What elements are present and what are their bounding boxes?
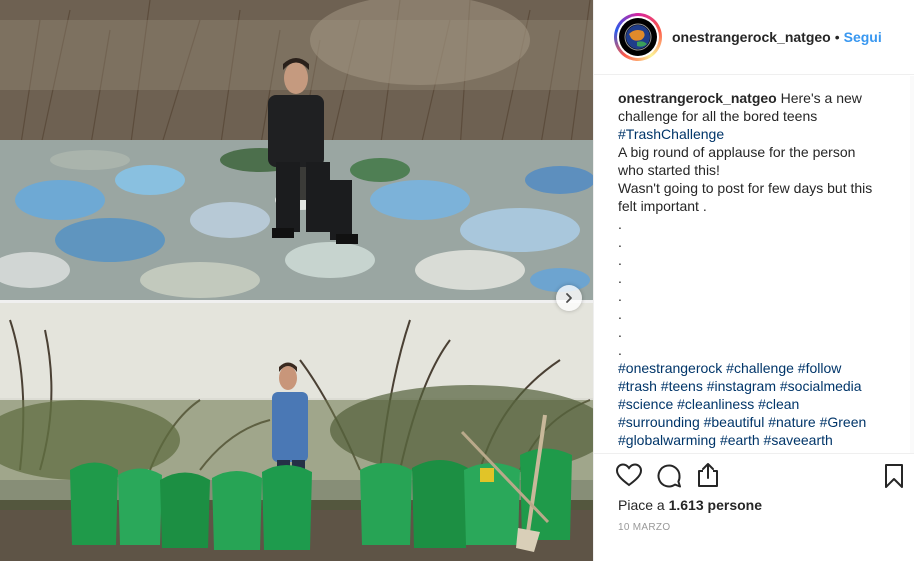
like-button[interactable]	[616, 463, 642, 487]
caption-scrollbar[interactable]	[910, 76, 914, 453]
caption-line: Wasn't going to post for few days but th…	[618, 180, 873, 196]
post-photo[interactable]	[0, 0, 593, 561]
separator-dot: •	[834, 29, 840, 45]
caption-line: challenge for all the bored teens	[618, 108, 818, 124]
trash-challenge-image	[0, 0, 593, 561]
post-side-panel: onestrangerock_natgeo • Segui onestrange…	[593, 0, 914, 561]
caption-dot: .	[618, 252, 622, 268]
hashtag-line[interactable]: #TrashChallenge	[618, 125, 899, 143]
share-icon	[698, 463, 718, 487]
share-button[interactable]	[696, 462, 720, 488]
caption-dot: .	[618, 324, 622, 340]
hashtag-line[interactable]: #globalwarming #earth #saveearth	[618, 431, 899, 449]
heart-icon	[616, 463, 642, 487]
hashtag-line[interactable]: #onestrangerock #challenge #follow	[618, 359, 899, 377]
bookmark-icon	[885, 464, 903, 488]
username-link[interactable]: onestrangerock_natgeo	[672, 29, 831, 45]
caption: onestrangerock_natgeo Here's a new chall…	[594, 76, 914, 453]
caption-dot: .	[618, 270, 622, 286]
chevron-right-icon	[566, 293, 572, 303]
caption-line: who started this!	[618, 162, 720, 178]
caption-dot: .	[618, 306, 622, 322]
caption-line: felt important .	[618, 198, 707, 214]
post-date[interactable]: 10 MARZO	[618, 522, 670, 533]
caption-line: A big round of applause for the person	[618, 144, 856, 160]
likes-count[interactable]: Piace a 1.613 persone	[618, 497, 762, 513]
follow-button[interactable]: Segui	[844, 29, 882, 45]
caption-username[interactable]: onestrangerock_natgeo	[618, 90, 777, 106]
hashtag-line[interactable]: #science #cleanliness #clean	[618, 395, 899, 413]
likes-number: 1.613	[668, 497, 704, 513]
caption-line-1: onestrangerock_natgeo Here's a new	[618, 89, 899, 107]
caption-dot: .	[618, 234, 622, 250]
instagram-post: onestrangerock_natgeo • Segui onestrange…	[0, 0, 914, 561]
comment-button[interactable]	[656, 463, 682, 489]
actions-bar: Piace a 1.613 persone 10 MARZO	[594, 453, 914, 561]
planet-earth-avatar	[619, 18, 657, 56]
likes-suffix: persone	[703, 497, 762, 513]
caption-dot: .	[618, 288, 622, 304]
avatar[interactable]	[614, 13, 662, 61]
hashtag-line[interactable]: #trash #teens #instagram #socialmedia	[618, 377, 899, 395]
save-button[interactable]	[884, 463, 904, 489]
likes-prefix: Piace a	[618, 497, 669, 513]
carousel-next-button[interactable]	[556, 285, 582, 311]
caption-dot: .	[618, 216, 622, 232]
caption-text: Here's a new	[776, 90, 862, 106]
post-header: onestrangerock_natgeo • Segui	[594, 0, 914, 75]
comment-icon	[657, 464, 681, 488]
hashtag-line[interactable]: #surrounding #beautiful #nature #Green	[618, 413, 899, 431]
caption-dot: .	[618, 342, 622, 358]
